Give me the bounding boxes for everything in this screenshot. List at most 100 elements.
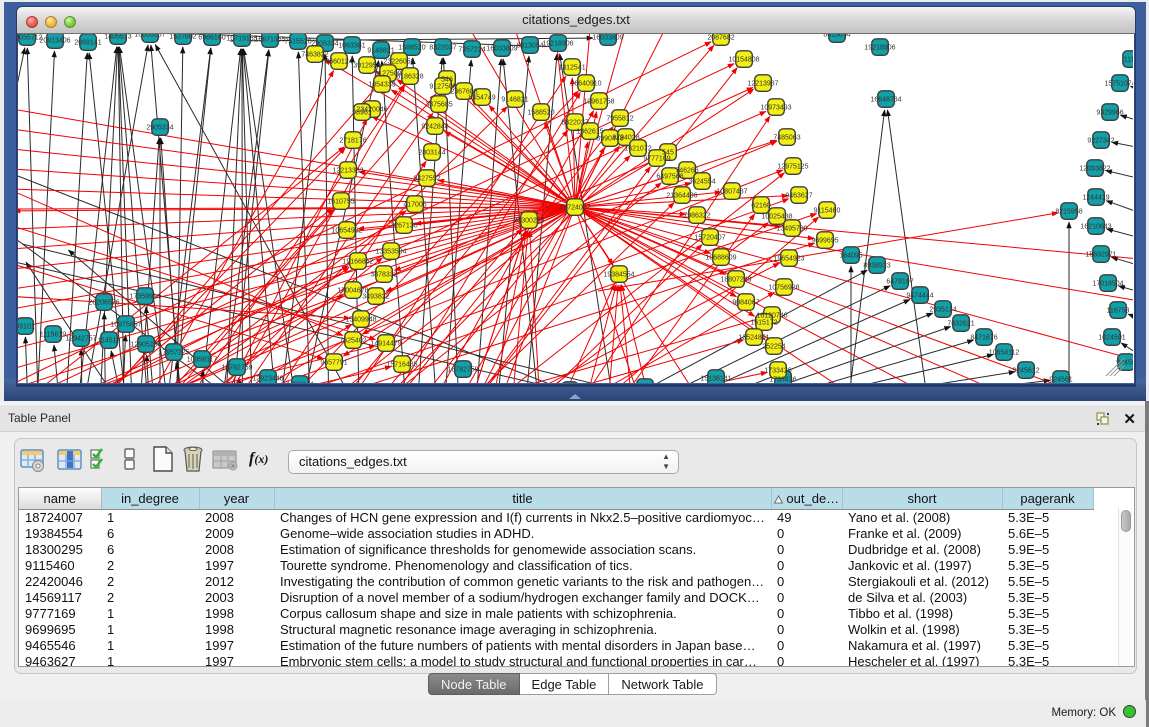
svg-text:3267130: 3267130: [390, 223, 417, 230]
svg-text:1292344: 1292344: [286, 382, 313, 384]
svg-text:2935134: 2935134: [929, 307, 956, 314]
svg-text:10654112: 10654112: [989, 350, 1020, 357]
svg-text:164095: 164095: [839, 253, 862, 260]
svg-text:2087682: 2087682: [707, 35, 734, 42]
svg-text:12093822: 12093822: [1079, 166, 1110, 173]
svg-text:18807249: 18807249: [720, 277, 751, 284]
svg-text:16648784: 16648784: [870, 97, 901, 104]
svg-text:9794028: 9794028: [612, 135, 639, 142]
svg-text:19218906: 19218906: [542, 41, 573, 48]
svg-text:15751074: 15751074: [1104, 81, 1133, 88]
svg-text:15720407: 15720407: [694, 235, 725, 242]
svg-text:8322037: 8322037: [429, 45, 456, 52]
svg-text:15692971: 15692971: [1085, 252, 1116, 259]
svg-text:15136141: 15136141: [700, 376, 731, 383]
svg-text:2803144: 2803144: [418, 150, 445, 157]
svg-text:62160: 62160: [751, 203, 771, 210]
svg-text:8938923: 8938923: [863, 263, 890, 270]
svg-text:10961758: 10961758: [583, 99, 614, 106]
svg-text:20206576: 20206576: [88, 300, 119, 307]
svg-text:9427552: 9427552: [413, 176, 440, 183]
svg-text:16640910: 16640910: [570, 81, 601, 88]
svg-text:8454749: 8454749: [468, 95, 495, 102]
svg-text:7485063: 7485063: [773, 135, 800, 142]
svg-text:9463627: 9463627: [785, 193, 812, 200]
svg-text:10154808: 10154808: [728, 57, 759, 64]
svg-text:19654923: 19654923: [773, 256, 804, 263]
svg-text:10688609: 10688609: [705, 255, 736, 262]
svg-text:417006: 417006: [403, 202, 426, 209]
svg-text:12923448: 12923448: [252, 376, 283, 383]
svg-text:6966160: 6966160: [198, 35, 225, 42]
svg-text:9777169: 9777169: [643, 156, 670, 163]
svg-text:2718176: 2718176: [339, 138, 366, 145]
svg-text:114519: 114519: [98, 338, 121, 345]
svg-text:8813054: 8813054: [516, 43, 543, 50]
svg-text:10654982: 10654982: [331, 228, 362, 235]
svg-text:7986322: 7986322: [683, 213, 710, 220]
svg-text:9657791: 9657791: [320, 360, 347, 367]
svg-text:23226058: 23226058: [383, 59, 414, 66]
svg-text:9699695: 9699695: [811, 238, 838, 245]
svg-text:7955812: 7955812: [606, 116, 633, 123]
svg-text:7515526: 7515526: [284, 39, 311, 46]
svg-text:10973493: 10973493: [760, 105, 791, 112]
svg-text:18724007: 18724007: [559, 205, 590, 212]
svg-text:3912954: 3912954: [353, 63, 380, 70]
svg-text:8813054: 8813054: [823, 34, 850, 39]
svg-text:6479197: 6479197: [886, 279, 913, 286]
svg-text:7463822: 7463822: [301, 52, 328, 59]
svg-text:546: 546: [441, 77, 453, 84]
svg-text:12213987: 12213987: [747, 81, 778, 88]
svg-text:7357224: 7357224: [458, 47, 485, 54]
svg-text:13524851: 13524851: [738, 335, 769, 342]
svg-text:1024501: 1024501: [1098, 335, 1125, 342]
svg-text:1527602: 1527602: [169, 34, 196, 41]
svg-text:13353594: 13353594: [375, 249, 406, 256]
svg-text:1621072: 1621072: [624, 146, 651, 153]
svg-text:98961: 98961: [352, 110, 372, 117]
svg-text:16782759: 16782759: [221, 365, 252, 372]
svg-text:15716485: 15716485: [386, 362, 417, 369]
svg-text:9329966: 9329966: [1096, 110, 1123, 117]
svg-text:924561: 924561: [1049, 377, 1072, 384]
svg-text:9245612: 9245612: [1012, 368, 1039, 375]
svg-text:3878332: 3878332: [370, 272, 397, 279]
svg-text:2905334: 2905334: [311, 41, 338, 48]
svg-text:7625402: 7625402: [339, 338, 366, 345]
svg-text:16120746: 16120746: [756, 313, 787, 320]
svg-text:39101: 39101: [18, 324, 35, 331]
svg-text:1733426: 1733426: [764, 368, 791, 375]
svg-text:1362615: 1362615: [576, 129, 603, 136]
svg-text:12942757: 12942757: [65, 336, 96, 343]
svg-text:16782759: 16782759: [447, 367, 478, 374]
svg-text:14914479: 14914479: [370, 341, 401, 348]
svg-text:25300255: 25300255: [513, 218, 544, 225]
svg-text:3493822: 3493822: [362, 294, 389, 301]
svg-text:1615172: 1615172: [750, 320, 777, 327]
svg-text:19218906: 19218906: [864, 45, 895, 52]
svg-text:1733436: 1733436: [769, 377, 796, 384]
svg-text:8215958: 8215958: [1055, 209, 1082, 216]
svg-text:7632621: 7632621: [947, 321, 974, 328]
svg-text:16033809: 16033809: [486, 46, 517, 53]
svg-text:13495780: 13495780: [776, 226, 807, 233]
svg-text:252254: 252254: [762, 344, 785, 351]
svg-text:15409948: 15409948: [345, 317, 376, 324]
svg-text:16033809: 16033809: [592, 35, 623, 42]
svg-text:9227342: 9227342: [1087, 138, 1114, 145]
svg-text:1244419: 1244419: [1082, 195, 1109, 202]
svg-text:1588520: 1588520: [527, 110, 554, 117]
svg-text:17016504: 17016504: [1092, 281, 1123, 288]
svg-text:12975125: 12975125: [777, 164, 808, 171]
svg-text:10653267: 10653267: [134, 34, 165, 39]
svg-text:10958117: 10958117: [187, 357, 218, 364]
svg-text:1405573: 1405573: [104, 34, 131, 41]
svg-text:1588520: 1588520: [398, 45, 425, 52]
svg-text:2069141: 2069141: [74, 40, 101, 47]
svg-text:116753: 116753: [1107, 308, 1130, 315]
svg-text:6497568: 6497568: [656, 174, 683, 181]
svg-text:3624554: 3624554: [688, 179, 715, 186]
svg-text:3875685: 3875685: [425, 102, 452, 109]
svg-text:1063381: 1063381: [338, 43, 365, 50]
